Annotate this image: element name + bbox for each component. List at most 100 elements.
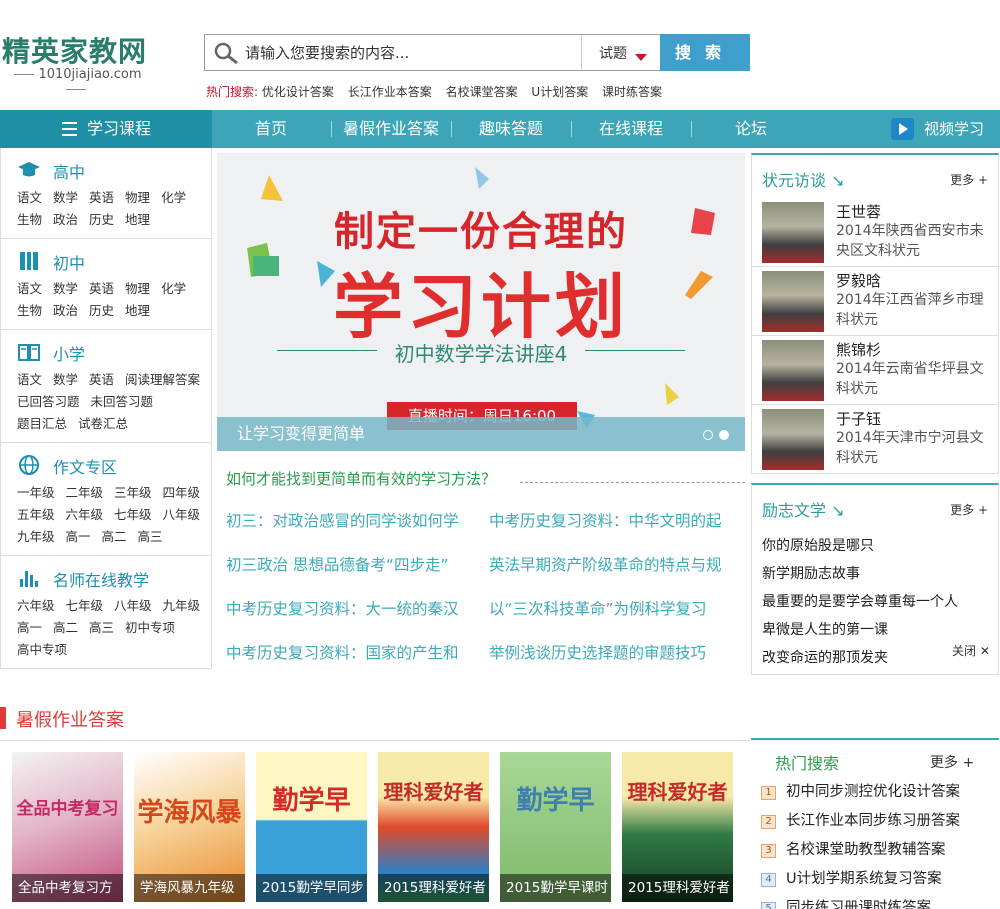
grade-link[interactable]: 三年级 [114, 482, 152, 504]
grade-link[interactable]: 六年级 [66, 504, 104, 526]
inspiration-link[interactable]: 新学期励志故事 [762, 563, 860, 583]
carousel-dot[interactable] [703, 430, 713, 440]
subject-link[interactable]: 生物 [17, 300, 42, 322]
caret-down-icon[interactable] [635, 54, 647, 61]
book-cover[interactable]: 理科爱好者 2015理科爱好者 [378, 752, 489, 902]
search-type-select[interactable]: 试题 [599, 43, 627, 63]
subject-link[interactable]: 化学 [161, 278, 186, 300]
subject-link[interactable]: 数学 [53, 369, 78, 391]
champion-item[interactable]: 罗毅晗 2014年江西省萍乡市理科状元 [752, 267, 998, 336]
hot-search-link[interactable]: U计划答案 [531, 85, 588, 99]
hot-search-item[interactable]: 1 初中同步测控优化设计答案 [761, 780, 960, 801]
subject-link[interactable]: 试卷汇总 [78, 413, 128, 435]
subject-link[interactable]: 历史 [89, 300, 114, 322]
subject-link[interactable]: 数学 [53, 278, 78, 300]
grade-link[interactable]: 初中专项 [125, 617, 175, 639]
inspiration-link[interactable]: 改变命运的那顶发夹 [762, 647, 888, 667]
champion-item[interactable]: 王世蓉 2014年陕西省西安市未央区文科状元 [752, 198, 998, 267]
grade-link[interactable]: 高二 [53, 617, 78, 639]
grade-link[interactable]: 高一 [17, 617, 42, 639]
subject-link[interactable]: 未回答习题 [91, 391, 154, 413]
grade-link[interactable]: 高三 [138, 526, 163, 548]
article-link[interactable]: 中考历史复习资料：大一统的秦汉 [226, 597, 474, 619]
subject-link[interactable]: 物理 [125, 187, 150, 209]
subject-link[interactable]: 数学 [53, 187, 78, 209]
article-link[interactable]: 英法早期资产阶级革命的特点与规 [489, 553, 737, 575]
article-link[interactable]: 以“三次科技革命”为例科学复习 [489, 597, 737, 619]
subject-link[interactable]: 政治 [53, 300, 78, 322]
nav-online-courses[interactable]: 在线课程 [572, 110, 690, 148]
carousel-dot-active[interactable] [719, 430, 729, 440]
nav-home[interactable]: 首页 [212, 110, 330, 148]
subject-link[interactable]: 历史 [89, 209, 114, 231]
nav-fun-quiz[interactable]: 趣味答题 [452, 110, 570, 148]
grade-link[interactable]: 七年级 [114, 504, 152, 526]
article-headline[interactable]: 如何才能找到更简单而有效的学习方法？ [226, 468, 496, 489]
courses-menu[interactable]: 学习课程 [0, 110, 212, 148]
grade-link[interactable]: 一年级 [17, 482, 55, 504]
grade-link[interactable]: 高中专项 [17, 639, 67, 661]
grade-link[interactable]: 八年级 [114, 595, 152, 617]
article-link[interactable]: 举例浅谈历史选择题的审题技巧 [489, 641, 737, 663]
subject-link[interactable]: 生物 [17, 209, 42, 231]
hot-search-link[interactable]: 课时练答案 [602, 85, 662, 99]
nav-forum[interactable]: 论坛 [692, 110, 810, 148]
subject-link[interactable]: 物理 [125, 278, 150, 300]
close-button[interactable]: 关闭 ✕ [952, 642, 990, 659]
article-link[interactable]: 中考历史复习资料：国家的产生和 [226, 641, 474, 663]
hot-search-item[interactable]: 5 同步练习册课时练答案 [761, 896, 931, 909]
banner-caption[interactable]: 让学习变得更简单 [217, 417, 745, 451]
subject-link[interactable]: 阅读理解答案 [125, 369, 200, 391]
inspiration-title[interactable]: 励志文学 ↘ [762, 497, 845, 521]
subject-link[interactable]: 题目汇总 [17, 413, 67, 435]
hot-searches-title[interactable]: 热门搜索 [775, 750, 839, 774]
inspiration-link[interactable]: 你的原始股是哪只 [762, 535, 874, 555]
banner-carousel[interactable]: 制定一份合理的 学习计划 初中数学学法讲座4 直播时间：周日16:00 让学习变… [217, 153, 745, 451]
hot-search-link[interactable]: 名校课堂答案 [446, 85, 518, 99]
subject-link[interactable]: 政治 [53, 209, 78, 231]
more-link[interactable]: 更多 + [950, 501, 988, 518]
subject-link[interactable]: 语文 [17, 278, 42, 300]
champion-item[interactable]: 于子钰 2014年天津市宁河县文科状元 [752, 405, 998, 474]
category-title[interactable]: 小学 [53, 341, 85, 365]
inspiration-link[interactable]: 最重要的是要学会尊重每一个人 [762, 591, 958, 611]
subject-link[interactable]: 地理 [125, 300, 150, 322]
section-title[interactable]: 暑假作业答案 [16, 706, 124, 732]
subject-link[interactable]: 化学 [161, 187, 186, 209]
subject-link[interactable]: 地理 [125, 209, 150, 231]
more-link[interactable]: 更多 + [930, 752, 974, 772]
book-cover[interactable]: 理科爱好者 2015理科爱好者 [622, 752, 733, 902]
grade-link[interactable]: 九年级 [17, 526, 55, 548]
hot-search-item[interactable]: 4 U计划学期系统复习答案 [761, 867, 942, 888]
play-icon[interactable] [891, 118, 914, 140]
article-link[interactable]: 初三政治 思想品德备考“四步走” [226, 553, 474, 575]
category-title[interactable]: 名师在线教学 [53, 567, 149, 591]
book-cover[interactable]: 学海风暴 学海风暴九年级 [134, 752, 245, 902]
book-cover[interactable]: 勤学早 2015勤学早课时 [500, 752, 611, 902]
category-title[interactable]: 作文专区 [53, 454, 117, 478]
more-link[interactable]: 更多 + [950, 171, 988, 188]
grade-link[interactable]: 八年级 [163, 504, 201, 526]
nav-video[interactable]: 视频学习 [924, 110, 984, 148]
inspiration-link[interactable]: 卑微是人生的第一课 [762, 619, 888, 639]
grade-link[interactable]: 二年级 [66, 482, 104, 504]
champion-interviews-title[interactable]: 状元访谈 ↘ [762, 167, 845, 191]
grade-link[interactable]: 九年级 [163, 595, 201, 617]
grade-link[interactable]: 七年级 [66, 595, 104, 617]
hot-search-link[interactable]: 长江作业本答案 [348, 85, 432, 99]
nav-summer-answers[interactable]: 暑假作业答案 [332, 110, 450, 148]
article-link[interactable]: 中考历史复习资料：中华文明的起 [489, 509, 737, 531]
champion-item[interactable]: 熊锦杉 2014年云南省华坪县文科状元 [752, 336, 998, 405]
grade-link[interactable]: 高三 [89, 617, 114, 639]
grade-link[interactable]: 高一 [66, 526, 91, 548]
category-title[interactable]: 高中 [53, 159, 85, 183]
category-title[interactable]: 初中 [53, 250, 85, 274]
subject-link[interactable]: 语文 [17, 187, 42, 209]
hot-search-item[interactable]: 2 长江作业本同步练习册答案 [761, 809, 960, 830]
article-link[interactable]: 初三：对政治感冒的同学谈如何学 [226, 509, 474, 531]
subject-link[interactable]: 已回答习题 [17, 391, 80, 413]
subject-link[interactable]: 英语 [89, 187, 114, 209]
grade-link[interactable]: 五年级 [17, 504, 55, 526]
grade-link[interactable]: 六年级 [17, 595, 55, 617]
site-logo[interactable]: 精英家教网 [2, 30, 147, 70]
